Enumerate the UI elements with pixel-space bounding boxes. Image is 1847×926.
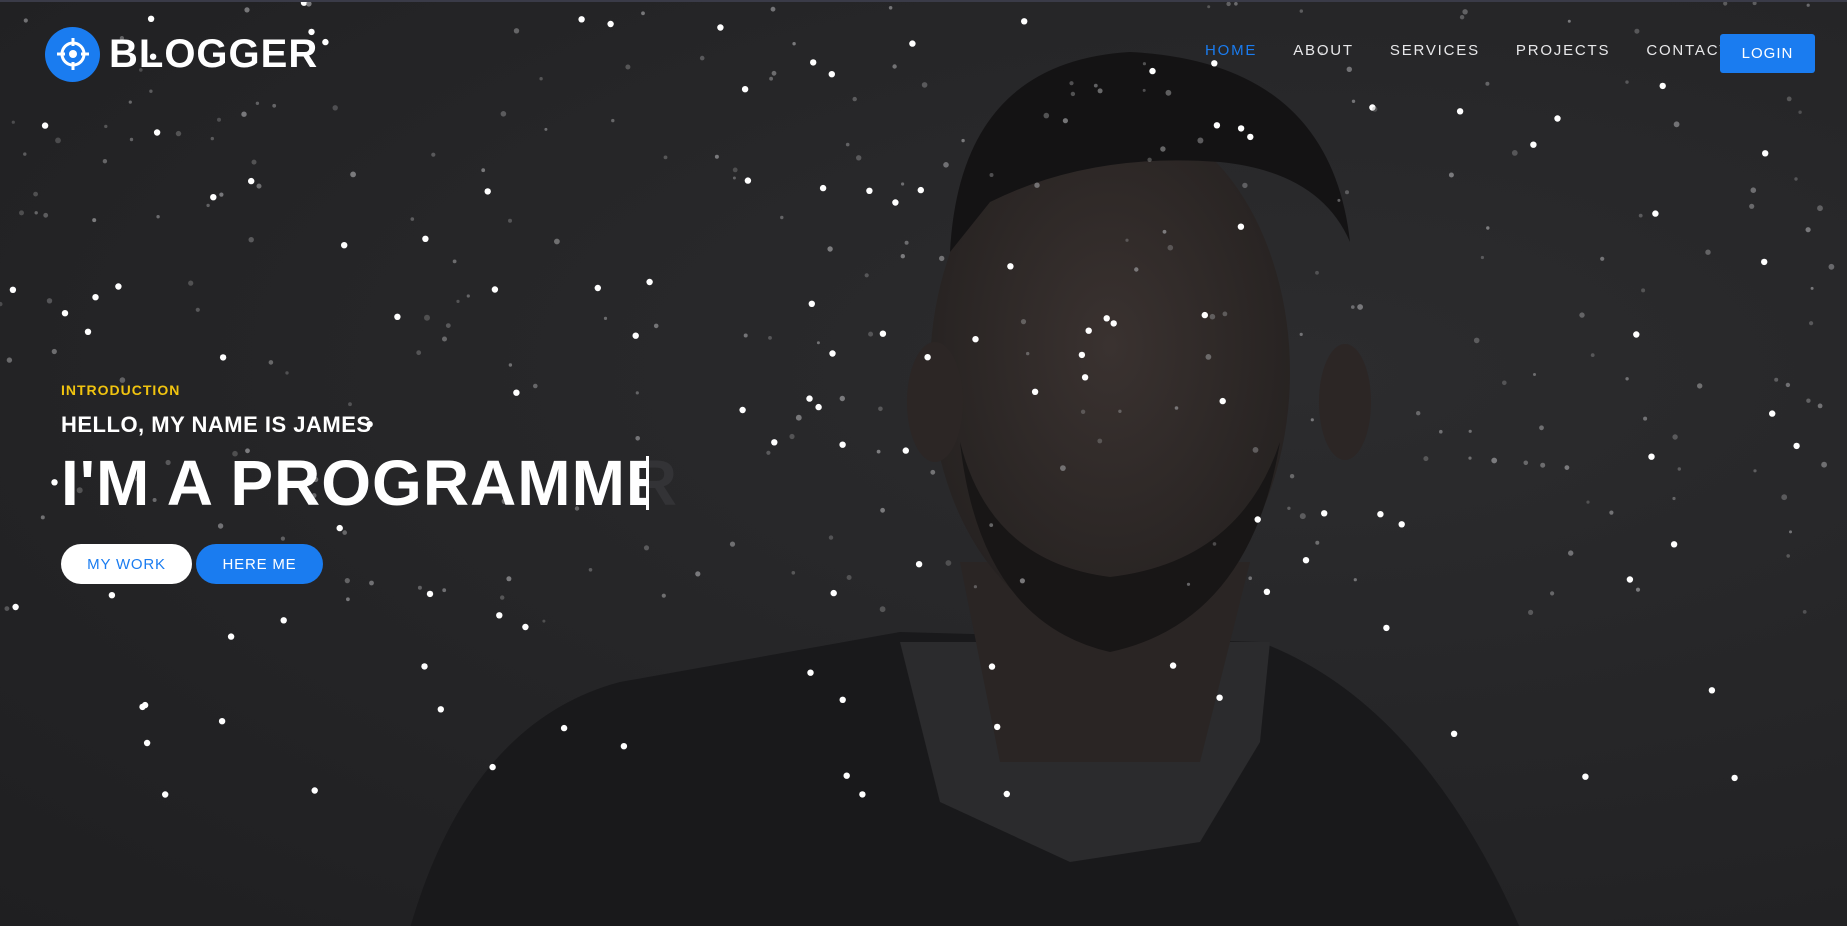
nav-link-services[interactable]: SERVICES	[1390, 42, 1480, 59]
login-button[interactable]: LOGIN	[1720, 34, 1815, 73]
cta-buttons: MY WORK HERE ME	[61, 544, 648, 584]
nav-link-projects[interactable]: PROJECTS	[1516, 42, 1610, 59]
navbar: BLOGGER HOME ABOUT SERVICES PROJECTS CON…	[0, 2, 1847, 102]
nav-link-contact[interactable]: CONTACT	[1646, 42, 1730, 59]
brand-name: BLOGGER	[109, 31, 319, 76]
nav-link-about[interactable]: ABOUT	[1293, 42, 1354, 59]
brand-logo[interactable]: BLOGGER	[45, 26, 318, 82]
intro-block: INTRODUCTION HELLO, MY NAME IS JAMES I'M…	[61, 382, 677, 584]
crosshair-icon	[45, 26, 100, 82]
nav-link-home[interactable]: HOME	[1205, 42, 1257, 59]
typed-headline: I'M A PROGRAMMER	[61, 447, 648, 519]
here-me-button[interactable]: HERE ME	[196, 544, 323, 584]
my-work-button[interactable]: MY WORK	[61, 544, 192, 584]
typing-cursor	[646, 456, 649, 510]
intro-eyebrow: INTRODUCTION	[61, 382, 181, 398]
hero-section: BLOGGER HOME ABOUT SERVICES PROJECTS CON…	[0, 0, 1847, 926]
typed-headline-remainder: I'M A PROGRAMMER	[648, 446, 678, 520]
intro-subtitle: HELLO, MY NAME IS JAMES	[61, 412, 372, 437]
nav-menu: HOME ABOUT SERVICES PROJECTS CONTACT	[1205, 42, 1766, 59]
headline-wrapper: I'M A PROGRAMMER I'M A PROGRAMMER	[61, 446, 677, 526]
